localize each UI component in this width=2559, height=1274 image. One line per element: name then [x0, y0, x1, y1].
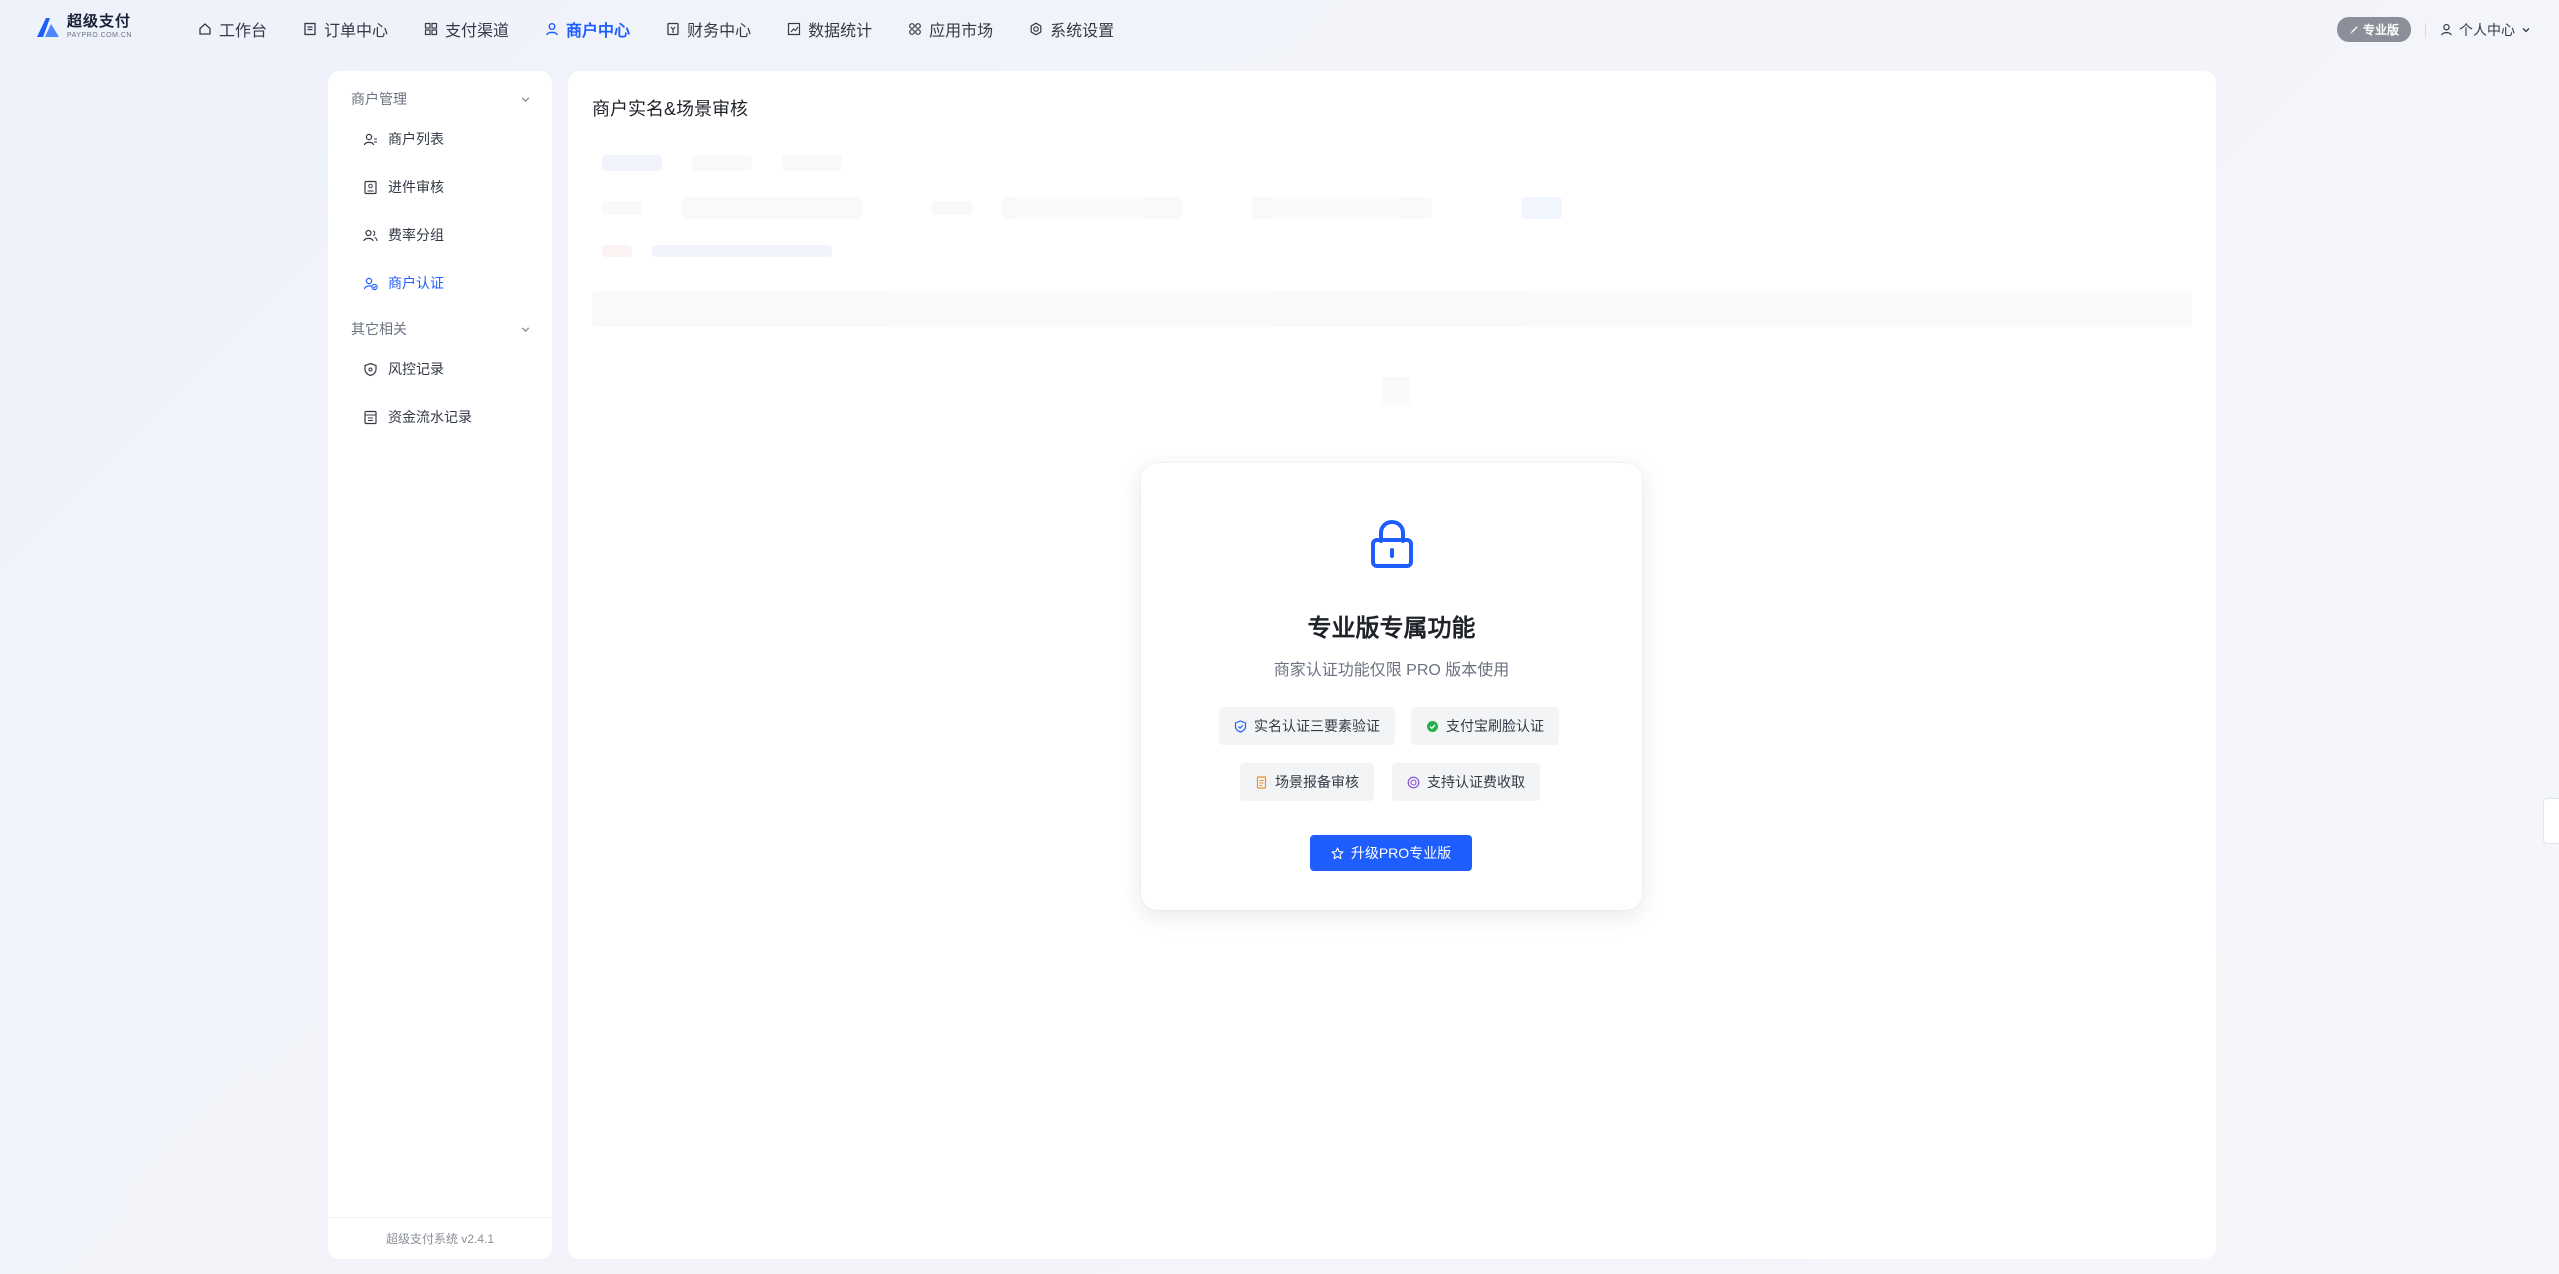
nav-label: 财务中心: [687, 23, 752, 40]
nav-label: 订单中心: [324, 23, 389, 40]
chevron-down-icon: [2522, 27, 2530, 32]
placeholder-label: [932, 201, 972, 215]
placeholder-tab: [782, 155, 842, 171]
coin-icon: [1407, 776, 1420, 788]
chevron-down-icon: [521, 96, 530, 102]
user-list-icon: [363, 133, 377, 145]
feature-tag-realname: 实名认证三要素验证: [1219, 707, 1395, 745]
placeholder-link: [652, 245, 832, 257]
nav-label: 数据统计: [808, 23, 873, 40]
sidebar-item-label: 商户认证: [388, 275, 444, 291]
feature-label: 支持认证费收取: [1427, 774, 1525, 790]
merchant-icon: [546, 23, 558, 36]
top-navbar: 超级支付 PAYPRO.COM.CN 工作台 订单中心 支付渠道 商户中心 财务…: [0, 0, 2559, 58]
placeholder-label: [602, 245, 632, 257]
document-icon: [1256, 775, 1267, 789]
placeholder-label: [602, 201, 642, 215]
feature-tag-scene-review: 场景报备审核: [1240, 763, 1374, 801]
sidebar-item-risk-records[interactable]: 风控记录: [363, 359, 444, 379]
feature-tag-auth-fee: 支持认证费收取: [1392, 763, 1540, 801]
brand-subtitle: PAYPRO.COM.CN: [67, 32, 132, 39]
placeholder-input: [1002, 197, 1182, 219]
user-center-label: 个人中心: [2459, 21, 2515, 38]
shield-icon: [364, 362, 377, 376]
rocket-icon: [2349, 25, 2358, 34]
user-verify-icon: [363, 277, 378, 290]
sidebar-item-label: 费率分组: [388, 227, 444, 243]
nav-item-merchant[interactable]: 商户中心: [545, 17, 630, 41]
apps-icon: [909, 23, 921, 35]
nav-item-settings[interactable]: 系统设置: [1029, 17, 1114, 41]
sidebar-item-label: 进件审核: [388, 179, 444, 195]
placeholder-input: [682, 197, 862, 219]
sidebar-group-label: 其它相关: [351, 321, 407, 337]
nav-label: 系统设置: [1050, 23, 1115, 40]
sidebar-version: 超级支付系统 v2.4.1: [328, 1217, 552, 1259]
chevron-down-icon: [521, 326, 530, 332]
nav-label: 支付渠道: [445, 23, 510, 40]
upgrade-pro-button[interactable]: 升级PRO专业版: [1310, 835, 1472, 871]
user-center-menu[interactable]: 个人中心: [2440, 20, 2531, 40]
sidebar-item-rate-group[interactable]: 费率分组: [363, 225, 444, 245]
check-circle-icon: [1427, 720, 1438, 732]
header-tools: 专业版 个人中心: [2336, 17, 2531, 42]
sidebar-item-label: 风控记录: [388, 361, 444, 377]
brand-title: 超级支付: [67, 13, 132, 30]
sidebar-item-onboarding-review[interactable]: 进件审核: [363, 177, 444, 197]
card-subtitle: 商家认证功能仅限 PRO 版本使用: [1273, 662, 1510, 679]
order-icon: [304, 22, 316, 36]
placeholder-empty-icon: [1382, 377, 1410, 405]
nav-item-orders[interactable]: 订单中心: [303, 17, 388, 41]
pro-feature-card: 专业版专属功能 商家认证功能仅限 PRO 版本使用 实名认证三要素验证 支付宝刷…: [1141, 463, 1642, 910]
feature-label: 实名认证三要素验证: [1254, 718, 1380, 734]
sidebar-item-fund-flow[interactable]: 资金流水记录: [363, 407, 472, 427]
nav-item-finance[interactable]: 财务中心: [666, 17, 751, 41]
sidebar-item-label: 商户列表: [388, 131, 444, 147]
feature-label: 场景报备审核: [1275, 774, 1359, 790]
nav-label: 商户中心: [566, 23, 631, 40]
user-icon: [2441, 23, 2452, 36]
sidebar-item-merchant-list[interactable]: 商户列表: [363, 129, 444, 149]
main-nav: 工作台 订单中心 支付渠道 商户中心 财务中心 数据统计 应用市场 系统设置: [198, 0, 1114, 58]
brand-logo[interactable]: 超级支付 PAYPRO.COM.CN: [35, 14, 132, 39]
sidebar-item-merchant-auth[interactable]: 商户认证: [363, 273, 444, 293]
sidebar-item-label: 资金流水记录: [388, 409, 472, 425]
page-title: 商户实名&场景审核: [592, 99, 749, 119]
logo-mark-icon: [37, 17, 59, 37]
nav-label: 应用市场: [929, 23, 994, 40]
nav-item-workbench[interactable]: 工作台: [198, 17, 267, 41]
grid-icon: [424, 22, 438, 36]
feature-label: 支付宝刷脸认证: [1446, 718, 1544, 734]
feature-tag-alipay-face: 支付宝刷脸认证: [1411, 707, 1559, 745]
nav-item-apps[interactable]: 应用市场: [908, 17, 993, 41]
finance-icon: [667, 22, 679, 36]
upgrade-button-label: 升级PRO专业版: [1350, 845, 1452, 861]
pro-badge[interactable]: 专业版: [2336, 17, 2411, 42]
sidebar-group-merchant[interactable]: 商户管理: [351, 89, 531, 109]
gear-icon: [1030, 22, 1042, 36]
placeholder-tab: [602, 155, 662, 171]
sidebar: 商户管理 商户列表 进件审核 费率分组 商户认证 其它相关 风控记录 资金流水记…: [328, 71, 552, 1259]
sidebar-group-label: 商户管理: [351, 91, 407, 107]
header-divider: [2425, 22, 2426, 37]
placeholder-tab: [692, 155, 752, 171]
users-group-icon: [363, 229, 378, 241]
nav-label: 工作台: [219, 23, 268, 40]
pro-badge-label: 专业版: [2362, 23, 2399, 37]
placeholder-input: [1252, 197, 1432, 219]
ledger-icon: [364, 410, 377, 424]
shield-check-icon: [1234, 719, 1247, 733]
star-icon: [1331, 846, 1344, 859]
floating-side-handle[interactable]: [2543, 798, 2559, 844]
review-icon: [364, 180, 377, 194]
nav-item-stats[interactable]: 数据统计: [787, 17, 872, 41]
card-title: 专业版专属功能: [1307, 615, 1476, 642]
nav-item-channels[interactable]: 支付渠道: [424, 17, 509, 41]
placeholder-table-header: [592, 291, 2192, 327]
sidebar-group-other[interactable]: 其它相关: [351, 319, 531, 339]
lock-icon: [1371, 519, 1413, 568]
placeholder-button: [1522, 197, 1562, 219]
home-icon: [199, 23, 211, 35]
chart-icon: [787, 22, 801, 36]
